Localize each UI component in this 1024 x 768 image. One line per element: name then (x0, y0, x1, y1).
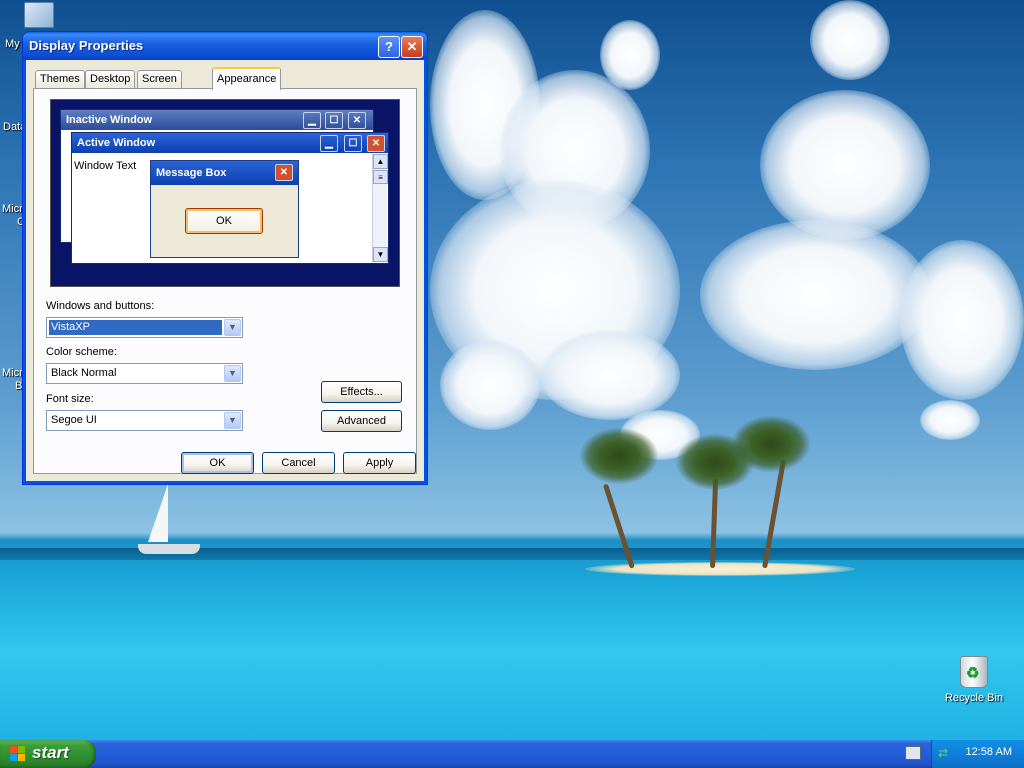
system-tray: ⇄ 12:58 AM (931, 740, 1024, 768)
chevron-down-icon[interactable]: ▼ (224, 365, 241, 382)
preview-inactive-title: Inactive Window (66, 114, 153, 126)
preview-message-title: Message Box (156, 167, 227, 179)
windows-buttons-label: Windows and buttons: (46, 300, 155, 312)
start-label: start (32, 743, 69, 762)
cancel-button[interactable]: Cancel (262, 452, 335, 474)
effects-button[interactable]: Effects... (321, 381, 402, 403)
windows-buttons-dropdown[interactable]: VistaXP ▼ (46, 317, 243, 338)
color-scheme-dropdown[interactable]: Black Normal ▼ (46, 363, 243, 384)
color-scheme-label: Color scheme: (46, 346, 117, 358)
chevron-down-icon[interactable]: ▼ (224, 319, 241, 336)
cloud (600, 20, 660, 90)
palm-fronds (580, 428, 658, 484)
close-icon: ✕ (367, 135, 385, 152)
font-size-dropdown[interactable]: Segoe UI ▼ (46, 410, 243, 431)
close-icon: ✕ (348, 112, 366, 129)
minimize-icon: ▁ (320, 135, 338, 152)
recycle-bin-icon[interactable]: ♻ (960, 656, 988, 688)
palm-fronds (732, 416, 810, 472)
cloud (700, 220, 930, 370)
tab-screen-saver[interactable]: Screen Saver (137, 70, 182, 102)
clock[interactable]: 12:58 AM (966, 746, 1012, 758)
preview-message-box: Message Box ✕ OK (150, 160, 299, 258)
recycle-bin[interactable]: ♻ Recycle Bin (944, 656, 1004, 704)
advanced-button[interactable]: Advanced (321, 410, 402, 432)
sand-island (585, 562, 855, 576)
cloud (440, 340, 540, 430)
sailboat-hull (138, 544, 200, 554)
start-button[interactable]: start (0, 740, 96, 768)
font-size-label: Font size: (46, 393, 94, 405)
apply-button[interactable]: Apply (343, 452, 416, 474)
sailboat-sail (148, 484, 168, 542)
cloud (540, 330, 680, 420)
preview-inactive-titlebar: Inactive Window ▁ ☐ ✕ (61, 110, 373, 130)
help-button[interactable]: ? (378, 36, 400, 58)
keyboard-icon[interactable] (905, 746, 921, 760)
my-computer-icon[interactable] (24, 2, 54, 28)
cloud (760, 90, 930, 240)
taskbar: start ⇄ 12:58 AM (0, 740, 1024, 768)
close-icon: ✕ (275, 164, 293, 181)
scroll-down-icon: ▼ (373, 247, 388, 262)
window-title: Display Properties (29, 38, 144, 53)
font-size-value: Segoe UI (51, 414, 97, 426)
maximize-icon: ☐ (344, 135, 362, 152)
tab-desktop[interactable]: Desktop (85, 70, 136, 88)
cloud (900, 240, 1024, 400)
cloud (920, 400, 980, 440)
preview-message-titlebar: Message Box ✕ (151, 161, 298, 185)
scroll-up-icon: ▲ (373, 154, 388, 169)
color-scheme-value: Black Normal (51, 367, 117, 379)
maximize-icon: ☐ (325, 112, 343, 129)
preview-active-titlebar: Active Window ▁ ☐ ✕ (72, 133, 388, 153)
preview-scrollbar: ▲ ≡ ▼ (372, 154, 388, 262)
network-icon[interactable]: ⇄ (938, 746, 952, 760)
minimize-icon: ▁ (303, 112, 321, 129)
desktop-icon-label[interactable]: My (5, 38, 20, 50)
close-button[interactable]: ✕ (401, 36, 423, 58)
scroll-thumb: ≡ (373, 170, 388, 184)
preview-window-text: Window Text (74, 160, 137, 172)
ok-button[interactable]: OK (181, 452, 254, 474)
preview-active-title: Active Window (77, 137, 156, 149)
windows-logo-icon (10, 746, 26, 762)
windows-buttons-value: VistaXP (49, 320, 222, 335)
tab-themes[interactable]: Themes (35, 70, 85, 88)
cloud (810, 0, 890, 80)
recycle-bin-label: Recycle Bin (944, 692, 1004, 704)
preview-ok-button: OK (185, 208, 263, 234)
chevron-down-icon[interactable]: ▼ (224, 412, 241, 429)
tab-appearance[interactable]: Appearance (212, 67, 282, 90)
title-bar[interactable]: Display Properties ? ✕ (23, 32, 427, 60)
